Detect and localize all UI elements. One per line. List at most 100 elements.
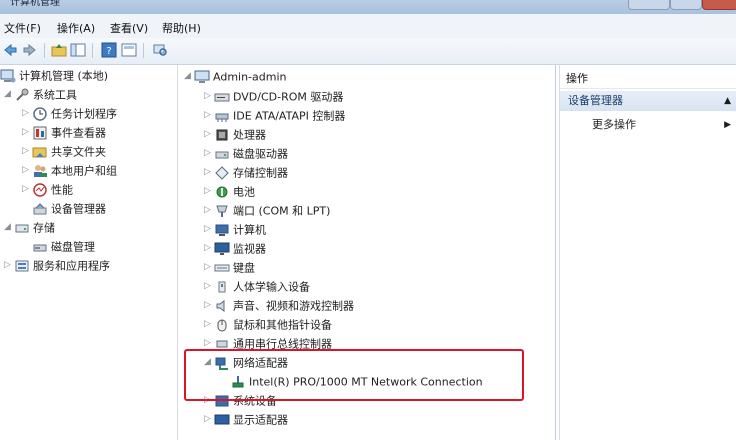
device-category[interactable]: ▷ 系统设备 (204, 391, 277, 410)
device-category[interactable]: ▷ 磁盘驱动器 (204, 144, 288, 163)
expand-arrow-icon[interactable]: ▷ (22, 123, 32, 142)
up-folder-icon[interactable] (51, 42, 67, 58)
device-category[interactable]: ▷ 通用串行总线控制器 (204, 334, 332, 353)
minimize-button[interactable] (628, 0, 670, 10)
computer-management-icon (0, 68, 16, 84)
device-category-label: 监视器 (233, 242, 266, 256)
device-category-label: IDE ATA/ATAPI 控制器 (233, 109, 346, 123)
processor-icon (214, 127, 230, 143)
expand-arrow-icon[interactable]: ▷ (204, 125, 214, 144)
collapse-arrow-icon[interactable]: ◢ (204, 353, 214, 372)
device-category[interactable]: ▷ 键盘 (204, 258, 255, 277)
collapse-arrow-icon[interactable]: ◢ (184, 67, 194, 86)
submenu-arrow-icon[interactable]: ▶ (724, 115, 731, 135)
device-category[interactable]: ▷ 人体学输入设备 (204, 277, 310, 296)
device-tree: ◢ Admin-admin ▷ DVD/CD-ROM 驱动器 ▷ IDE ATA/AT… (178, 65, 556, 440)
collapse-arrow-icon[interactable]: ◢ (4, 85, 14, 104)
tree-item-label: 磁盘管理 (51, 240, 95, 254)
device-category[interactable]: ▷ 监视器 (204, 239, 266, 258)
tree-item-services-apps[interactable]: ▷ 服务和应用程序 (4, 256, 110, 275)
device-category[interactable]: ▷ DVD/CD-ROM 驱动器 (204, 87, 343, 106)
title-bar: 计算机管理 (0, 0, 736, 14)
expand-arrow-icon[interactable]: ▷ (204, 87, 214, 106)
expand-arrow-icon[interactable]: ▷ (4, 256, 14, 275)
device-category[interactable]: ▷ 声音、视频和游戏控制器 (204, 296, 354, 315)
tree-item-label: 性能 (51, 183, 73, 197)
back-icon[interactable] (2, 42, 18, 58)
tree-item-system-tools[interactable]: ◢ 系统工具 (4, 85, 77, 104)
computer-icon (214, 222, 230, 238)
expand-arrow-icon[interactable]: ▷ (22, 161, 32, 180)
scan-hardware-icon[interactable] (152, 42, 168, 58)
actions-section-device-manager[interactable]: 设备管理器 ▲ (560, 91, 736, 111)
device-category-label: 电池 (233, 185, 255, 199)
tree-item-event-viewer[interactable]: ▷ 事件查看器 (22, 123, 106, 142)
tree-item-local-users[interactable]: ▷ 本地用户和组 (22, 161, 117, 180)
device-network-connection[interactable]: Intel(R) PRO/1000 MT Network Connection (230, 372, 483, 391)
tree-item-device-manager[interactable]: 设备管理器 (32, 199, 106, 218)
device-category[interactable]: ▷ IDE ATA/ATAPI 控制器 (204, 106, 345, 125)
expand-arrow-icon[interactable]: ▷ (204, 106, 214, 125)
clock-icon (32, 106, 48, 122)
expand-arrow-icon[interactable]: ▷ (204, 277, 214, 296)
menu-help[interactable]: 帮助(H) (162, 20, 201, 36)
device-category[interactable]: ▷ 电池 (204, 182, 255, 201)
device-category[interactable]: ▷ 处理器 (204, 125, 266, 144)
expand-arrow-icon[interactable]: ▷ (204, 410, 214, 429)
console-tree-icon[interactable] (70, 42, 86, 58)
expand-arrow-icon[interactable]: ▷ (204, 220, 214, 239)
services-icon (14, 258, 30, 274)
device-manager-icon (32, 201, 48, 217)
sound-icon (214, 298, 230, 314)
actions-section-label: 设备管理器 (568, 94, 623, 107)
expand-arrow-icon[interactable]: ▷ (204, 296, 214, 315)
device-category[interactable]: ▷ 存储控制器 (204, 163, 288, 182)
device-category[interactable]: ▷ 鼠标和其他指针设备 (204, 315, 332, 334)
shared-folder-icon (32, 144, 48, 160)
expand-arrow-icon[interactable]: ▷ (22, 180, 32, 199)
collapse-arrow-icon[interactable]: ◢ (4, 218, 14, 237)
tree-item-shared-folders[interactable]: ▷ 共享文件夹 (22, 142, 106, 161)
device-category[interactable]: ▷ 显示适配器 (204, 410, 288, 429)
device-category[interactable]: ▷ 计算机 (204, 220, 266, 239)
tree-item-task-scheduler[interactable]: ▷ 任务计划程序 (22, 104, 117, 123)
expand-arrow-icon[interactable]: ▷ (204, 144, 214, 163)
expand-arrow-icon[interactable]: ▷ (204, 182, 214, 201)
toolbar-separator (92, 43, 93, 58)
more-actions[interactable]: 更多操作 (592, 115, 636, 135)
collapse-triangle-icon[interactable]: ▲ (724, 91, 731, 111)
help-icon[interactable]: ? (101, 42, 117, 58)
tree-item-performance[interactable]: ▷ 性能 (22, 180, 73, 199)
tree-item-label: 共享文件夹 (51, 145, 106, 159)
device-tree-root[interactable]: ◢ Admin-admin (184, 67, 287, 86)
tree-item-label: 事件查看器 (51, 126, 106, 140)
menu-view[interactable]: 查看(V) (110, 20, 148, 36)
expand-arrow-icon[interactable]: ▷ (204, 334, 214, 353)
network-card-icon (230, 374, 246, 390)
forward-icon[interactable] (22, 42, 38, 58)
tree-item-computer-management[interactable]: 计算机管理 (本地) (0, 66, 108, 85)
expand-arrow-icon[interactable]: ▷ (204, 315, 214, 334)
expand-arrow-icon[interactable]: ▷ (204, 391, 214, 410)
tree-item-label: 设备管理器 (51, 202, 106, 216)
device-category-label: 通用串行总线控制器 (233, 337, 332, 351)
tree-item-label: 系统工具 (33, 88, 77, 102)
tree-item-disk-management[interactable]: 磁盘管理 (32, 237, 95, 256)
menu-file[interactable]: 文件(F) (4, 20, 41, 36)
tree-item-storage[interactable]: ◢ 存储 (4, 218, 55, 237)
device-category[interactable]: ▷ 端口 (COM 和 LPT) (204, 201, 330, 220)
close-button[interactable] (702, 0, 736, 10)
expand-arrow-icon[interactable]: ▷ (22, 104, 32, 123)
expand-arrow-icon[interactable]: ▷ (204, 163, 214, 182)
properties-icon[interactable] (121, 42, 137, 58)
expand-arrow-icon[interactable]: ▷ (204, 258, 214, 277)
expand-arrow-icon[interactable]: ▷ (204, 201, 214, 220)
maximize-button[interactable] (670, 0, 702, 10)
console-tree: 计算机管理 (本地) ◢ 系统工具 ▷ 任务计划程序 ▷ 事件查看器 ▷ 共享文件夹 ▷… (0, 65, 178, 440)
device-category-label: 键盘 (233, 261, 255, 275)
performance-icon (32, 182, 48, 198)
menu-action[interactable]: 操作(A) (57, 20, 95, 36)
expand-arrow-icon[interactable]: ▷ (22, 142, 32, 161)
device-category-network-adapters[interactable]: ◢ 网络适配器 (204, 353, 288, 372)
expand-arrow-icon[interactable]: ▷ (204, 239, 214, 258)
